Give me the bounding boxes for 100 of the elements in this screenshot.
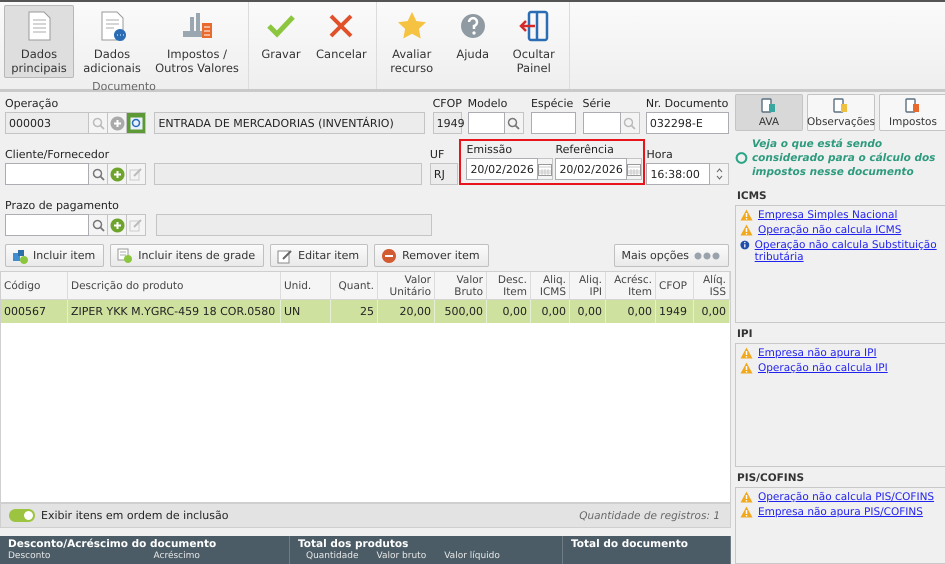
add-button[interactable]	[108, 214, 127, 236]
search-icon	[507, 116, 520, 130]
edit-button[interactable]	[127, 214, 146, 236]
panel-tab[interactable]: Impostos	[879, 94, 945, 131]
payment-term-field[interactable]	[5, 214, 89, 236]
section-title: PIS/COFINS	[736, 471, 806, 486]
plus-icon	[110, 218, 124, 232]
serie-field[interactable]	[582, 112, 621, 134]
field-label: Emissão	[466, 143, 514, 158]
column-header: Aliq. IPI	[570, 272, 606, 300]
remove-icon	[381, 248, 398, 264]
operation-code-field[interactable]: 000003	[5, 112, 89, 134]
field-label: Operação	[5, 97, 60, 112]
cfop-field[interactable]: 1949	[432, 112, 462, 134]
summary-title: Total do documento	[571, 538, 689, 551]
search-button[interactable]	[504, 112, 524, 134]
notice-link[interactable]: Empresa Simples Nacional	[758, 209, 898, 221]
info-icon	[740, 239, 750, 251]
calendar-button[interactable]	[538, 158, 553, 180]
document-number-field[interactable]: 032298-E	[646, 112, 729, 134]
summary-title: Desconto/Acréscimo do documento	[8, 538, 218, 550]
field-label: Espécie	[530, 97, 574, 112]
column-header: Unid.	[281, 272, 331, 300]
notice-link[interactable]: Operação não calcula PIS/COFINS	[758, 491, 934, 503]
search-icon	[623, 116, 636, 130]
column-header: Quant.	[331, 272, 378, 300]
especie-field[interactable]	[530, 112, 576, 134]
table-cell: 0,00	[487, 300, 531, 323]
date-field[interactable]: 20/02/2026	[466, 158, 538, 180]
payment-term-description-field[interactable]	[156, 214, 432, 236]
field-label: Referência	[555, 143, 615, 158]
table-cell: UN	[281, 300, 331, 323]
action-button[interactable]: Editar item	[270, 244, 368, 267]
search-button[interactable]	[89, 112, 108, 134]
summary-field-label: Desconto	[8, 551, 52, 562]
client-description-field[interactable]	[154, 163, 422, 185]
info-text: Veja o que está sendo considerado para o cálculo dos impostos nesse documento	[752, 137, 936, 179]
notice-link[interactable]: Operação não calcula ICMS	[758, 224, 902, 236]
toggle-switch[interactable]	[9, 509, 35, 522]
date-field[interactable]: 20/02/2026	[555, 158, 627, 180]
toolbar-button[interactable]: Avaliar recurso	[380, 5, 443, 78]
summary-field-label: Quantidade	[306, 551, 359, 562]
panel-tab[interactable]: Observações	[807, 94, 875, 131]
section-title: IPI	[736, 327, 754, 342]
time-field[interactable]: 16:38:00	[646, 163, 710, 185]
toolbar-button[interactable]: Gravar	[253, 5, 309, 64]
toolbar-button[interactable]: Dados principais	[4, 5, 74, 78]
warning-icon	[740, 491, 753, 503]
plus-icon	[110, 166, 124, 182]
add-button[interactable]	[108, 163, 127, 185]
toolbar-button[interactable]: Ocultar Painel	[502, 5, 565, 78]
table-cell: 0,00	[606, 300, 656, 323]
lookup-button[interactable]	[127, 112, 146, 134]
warning-icon	[740, 362, 753, 374]
uf-field[interactable]: RJ	[430, 163, 458, 185]
table-cell: 25	[331, 300, 378, 323]
edit-button[interactable]	[127, 163, 146, 185]
table-cell: 000567	[1, 300, 68, 323]
spinner-icon	[716, 167, 723, 181]
field-label: CFOP	[432, 97, 462, 112]
toolbar-button[interactable]: Impostos / Outros Valores	[150, 5, 244, 78]
operation-description-field[interactable]: ENTRADA DE MERCADORIAS (INVENTÁRIO)	[154, 112, 425, 134]
action-button[interactable]: Remover item	[374, 244, 489, 267]
notice-link[interactable]: Operação não calcula IPI	[758, 362, 888, 374]
notice-link[interactable]: Empresa não apura IPI	[758, 347, 877, 359]
hide-panel-icon	[516, 9, 551, 43]
edit-icon	[277, 248, 294, 264]
field-label: UF	[430, 148, 446, 163]
toolbar-button[interactable]: Ajuda	[444, 5, 501, 64]
plus-icon	[110, 116, 124, 130]
action-button[interactable]: Incluir item	[5, 244, 104, 267]
summary-field-label: Acréscimo	[154, 551, 201, 562]
toggle-label: Exibir itens em ordem de inclusão	[41, 509, 228, 522]
column-header: Valor Bruto	[435, 272, 487, 300]
table-cell: ZIPER YKK M.YGRC-459 18 COR.0580	[68, 300, 281, 323]
modelo-field[interactable]	[468, 112, 505, 134]
field-label: Modelo	[468, 97, 508, 112]
panel-tab[interactable]: AVA	[735, 94, 803, 131]
panel-icon	[905, 98, 921, 114]
toolbar-button[interactable]: Dados adicionais	[76, 5, 148, 78]
boxes-add-icon	[12, 248, 28, 264]
column-header: Aliq. ICMS	[531, 272, 570, 300]
notice-link[interactable]: Empresa não apura PIS/COFINS	[758, 506, 923, 518]
search-button[interactable]	[89, 163, 108, 185]
table-cell: 20,00	[378, 300, 435, 323]
summary-title: Total dos produtos	[298, 538, 410, 551]
client-field[interactable]	[5, 163, 89, 185]
add-button[interactable]	[108, 112, 127, 134]
toolbar-button[interactable]: Cancelar	[311, 5, 372, 64]
search-button[interactable]	[620, 112, 640, 134]
summary-field-label: Valor bruto	[376, 551, 426, 562]
notice-link[interactable]: Operação não calcula Substituição tributária	[754, 239, 943, 263]
column-header: CFOP	[656, 272, 694, 300]
spin-button[interactable]	[710, 163, 730, 185]
action-button[interactable]: Incluir itens de grade	[110, 244, 264, 267]
panel-icon	[833, 98, 849, 114]
group-label: Documento	[92, 80, 156, 93]
search-button[interactable]	[89, 214, 108, 236]
calendar-button[interactable]	[626, 158, 642, 180]
more-options-button[interactable]: Mais opções	[614, 244, 729, 267]
